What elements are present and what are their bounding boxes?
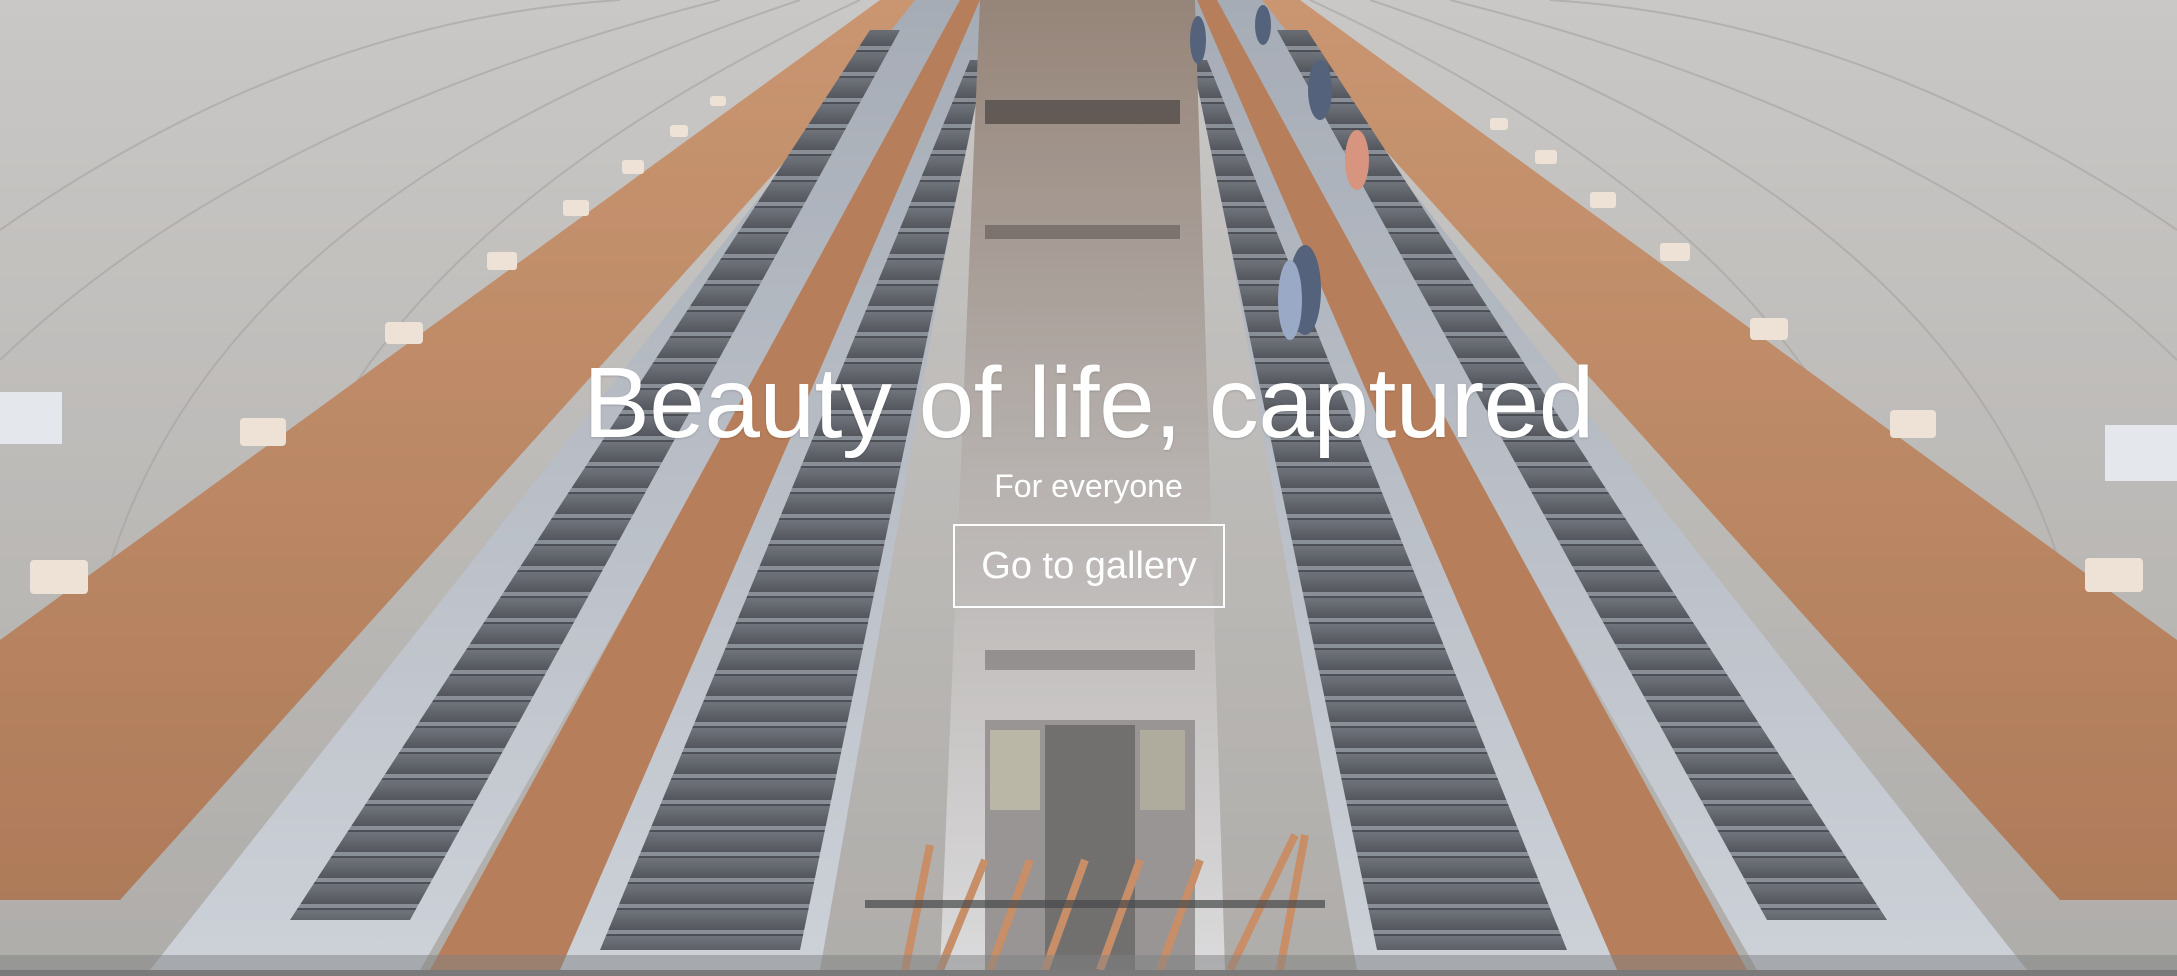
hero-section: Beauty of life, captured For everyone Go… [0, 0, 2177, 970]
hero-content: Beauty of life, captured For everyone Go… [0, 0, 2177, 970]
hero-subtitle: For everyone [994, 468, 1183, 504]
hero-title: Beauty of life, captured [583, 347, 1594, 459]
go-to-gallery-button[interactable]: Go to gallery [953, 524, 1225, 608]
page-bottom-strip [0, 970, 2177, 976]
